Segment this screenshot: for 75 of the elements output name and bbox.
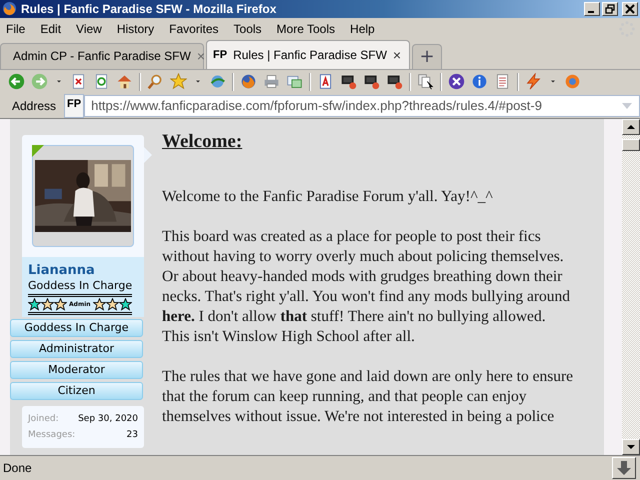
star-icon[interactable]: [170, 73, 187, 90]
search-icon[interactable]: [147, 73, 164, 90]
scroll-thumb[interactable]: [622, 138, 640, 151]
stat-label: Joined:: [28, 414, 59, 424]
scroll-down-button[interactable]: [622, 439, 640, 456]
user-group-banner: Citizen: [10, 382, 143, 400]
minimize-icon: [588, 10, 594, 13]
browser-tab[interactable]: FP Rules | Fanfic Paradise SFW ×: [206, 40, 410, 69]
home-icon[interactable]: [116, 73, 133, 90]
lightning-icon[interactable]: [525, 73, 542, 90]
close-button[interactable]: [622, 2, 638, 16]
avatar-frame[interactable]: [32, 144, 134, 247]
star-icon: [41, 298, 54, 311]
stop-icon[interactable]: [70, 73, 87, 90]
window-title: Rules | Fanfic Paradise SFW - Mozilla Firefox: [21, 2, 278, 16]
tab-close-button[interactable]: ×: [392, 46, 402, 63]
back-icon[interactable]: [8, 73, 25, 90]
monitor-icon[interactable]: [386, 73, 403, 90]
orb-icon[interactable]: [564, 73, 581, 90]
tab-title: Admin CP - Fanfic Paradise SFW: [13, 49, 191, 64]
close-icon: [625, 4, 635, 14]
stat-value: 23: [126, 430, 138, 440]
reload-icon[interactable]: [93, 73, 110, 90]
post-heading: Welcome:: [162, 130, 242, 153]
tab-title: Rules | Fanfic Paradise SFW: [233, 48, 387, 62]
orb-icon[interactable]: [240, 73, 257, 90]
address-field[interactable]: https://www.fanficparadise.com/fpforum-sfw/index.php?threads/rules.4/#post-9: [84, 94, 640, 117]
stat-value: Sep 30, 2020: [78, 414, 138, 424]
globe-icon: [2, 1, 17, 16]
menu-item[interactable]: Tools: [234, 22, 270, 36]
up-arrow-icon: [627, 124, 635, 130]
menu-item[interactable]: More Tools: [276, 22, 344, 36]
restore-icon: [605, 4, 615, 14]
document-icon[interactable]: [317, 73, 334, 90]
user-title: Goddess In Charge: [28, 278, 132, 292]
star-icon: [54, 298, 67, 311]
pages-cursor-icon[interactable]: [417, 73, 434, 90]
printer-icon[interactable]: [263, 73, 280, 90]
site-favicon: FP: [64, 94, 84, 118]
restore-button[interactable]: [602, 2, 618, 16]
window-icon[interactable]: [286, 73, 303, 90]
menu-item[interactable]: View: [76, 22, 110, 36]
corner-ribbon: [32, 144, 44, 157]
menu-item[interactable]: Help: [350, 22, 383, 36]
stat-label: Messages:: [28, 430, 76, 440]
down-arrow-icon: [627, 444, 635, 450]
menu-item[interactable]: Favorites: [169, 22, 227, 36]
status-text: Done: [3, 461, 33, 476]
username-link[interactable]: Liananna: [28, 262, 95, 278]
star-icon: [92, 298, 106, 311]
menu-item[interactable]: History: [116, 22, 162, 36]
address-label: Address: [12, 98, 56, 113]
menu-item[interactable]: Edit: [40, 22, 70, 36]
down-arrow-icon: [616, 460, 632, 476]
site-favicon: FP: [213, 48, 228, 61]
post-paragraph: The rules that we have gone and laid down are only here to ensure that the forum can keep running, and that people can enjoy themselves without issue. We're not interested in being a police: [162, 366, 574, 427]
new-tab-button[interactable]: +: [412, 44, 442, 69]
monitor-icon[interactable]: [363, 73, 380, 90]
user-group-banner: Administrator: [10, 340, 143, 358]
post-paragraph: Welcome to the Fanfic Paradise Forum y'all. Yay!^_^: [162, 186, 494, 207]
minimize-button[interactable]: [584, 2, 600, 16]
scroll-up-button[interactable]: [622, 118, 640, 135]
menu-item[interactable]: File: [6, 22, 34, 36]
user-group-banner: Moderator: [10, 360, 143, 379]
browser-tab[interactable]: Admin CP - Fanfic Paradise SFW ×: [0, 42, 204, 69]
post-paragraph: This board was created as a place for people to post their fics without having to worry overly much about policing themselves. Or about heavy-handed mods with grudges breathing down their necks. That's right y'all. You won't find any mods bullying around here. I don't allow that stuff! There ain't no bullying allowed. This isn't Winslow High School after all.: [162, 226, 572, 347]
download-button[interactable]: [612, 457, 636, 480]
info-icon[interactable]: [471, 73, 488, 90]
loading-icon: [618, 20, 636, 38]
list-document-icon[interactable]: [494, 73, 511, 90]
monitor-icon[interactable]: [340, 73, 357, 90]
scrollbar[interactable]: [622, 118, 640, 456]
star-icon: [106, 298, 119, 311]
user-group-banner: Goddess In Charge: [10, 318, 143, 337]
close-circle-icon[interactable]: [448, 73, 465, 90]
